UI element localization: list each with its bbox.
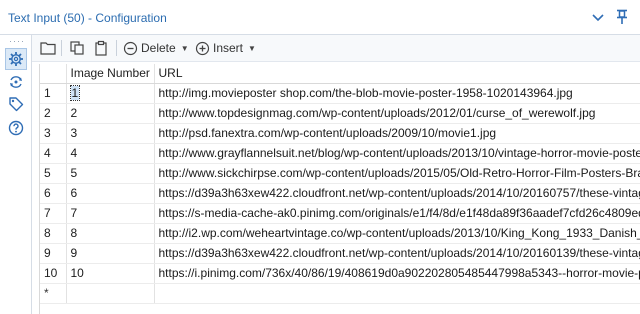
table-row[interactable]: 1 1 http://img.movieposter shop.com/the-bl… bbox=[40, 83, 640, 104]
cell-image-number[interactable]: 5 bbox=[66, 163, 155, 184]
delete-button[interactable]: Delete ▼ bbox=[123, 39, 189, 57]
cell-url[interactable]: http://www.sickchirpse.com/wp-content/up… bbox=[154, 163, 640, 184]
row-header-corner bbox=[40, 64, 67, 84]
grid-header-row: Image Number URL bbox=[40, 64, 640, 84]
cell-image-number[interactable]: 3 bbox=[66, 123, 155, 144]
config-sidebar: ···· bbox=[0, 35, 32, 314]
delete-label: Delete bbox=[141, 41, 176, 55]
cell-image-number[interactable]: 9 bbox=[66, 243, 155, 264]
row-number[interactable]: 9 bbox=[40, 243, 67, 264]
paste-button[interactable] bbox=[93, 39, 109, 57]
cell-url[interactable]: http://www.topdesignmag.com/wp-content/u… bbox=[154, 103, 640, 124]
copy-icon bbox=[70, 41, 84, 55]
cell-url[interactable]: https://d39a3h63xew422.cloudfront.net/wp… bbox=[154, 183, 640, 204]
row-number[interactable]: 5 bbox=[40, 163, 67, 184]
paste-icon bbox=[95, 40, 107, 56]
table-row[interactable]: 7 7 https://s-media-cache-ak0.pinimg.com/o… bbox=[40, 203, 640, 224]
row-number[interactable]: 10 bbox=[40, 263, 67, 284]
cell-image-number[interactable]: 6 bbox=[66, 183, 155, 204]
row-number[interactable]: 6 bbox=[40, 183, 67, 204]
table-row[interactable]: 3 3 http://psd.fanextra.com/wp-content/upl… bbox=[40, 123, 640, 144]
cell-url[interactable]: https://i.pinimg.com/736x/40/86/19/40861… bbox=[154, 263, 640, 284]
minus-circle-icon bbox=[123, 41, 138, 55]
grip-handle[interactable]: ···· bbox=[9, 36, 25, 46]
table-row[interactable]: 6 6 https://d39a3h63xew422.cloudfront.net/… bbox=[40, 183, 640, 204]
column-header-image-number[interactable]: Image Number bbox=[66, 64, 155, 84]
cell-url[interactable]: https://s-media-cache-ak0.pinimg.com/ori… bbox=[154, 203, 640, 224]
copy-button[interactable] bbox=[69, 39, 85, 57]
cell-image-number[interactable]: 10 bbox=[66, 263, 155, 284]
row-number[interactable]: 4 bbox=[40, 143, 67, 164]
toolbar-divider bbox=[116, 40, 117, 56]
cell-image-number[interactable]: 8 bbox=[66, 223, 155, 244]
selected-cell-value: 1 bbox=[69, 85, 81, 101]
cell-url[interactable]: http://i2.wp.com/weheartvintage.co/wp-co… bbox=[154, 223, 640, 244]
caret-down-icon: ▼ bbox=[180, 43, 189, 53]
window-titlebar: Text Input (50) - Configuration bbox=[0, 0, 640, 35]
tag-icon bbox=[9, 97, 24, 112]
cell-url[interactable]: http://img.movieposter shop.com/the-blob… bbox=[154, 83, 640, 104]
row-number[interactable]: 8 bbox=[40, 223, 67, 244]
new-row-marker: * bbox=[40, 283, 67, 304]
toolbar-divider bbox=[61, 40, 62, 56]
data-grid[interactable]: Image Number URL 1 1 http://img.movieposte… bbox=[39, 64, 640, 314]
sidebar-item-connections[interactable] bbox=[5, 71, 27, 93]
row-number[interactable]: 2 bbox=[40, 103, 67, 124]
row-number[interactable]: 1 bbox=[40, 83, 67, 104]
gear-icon bbox=[9, 52, 23, 66]
cell-url[interactable]: https://d39a3h63xew422.cloudfront.net/wp… bbox=[154, 243, 640, 264]
row-number[interactable]: 7 bbox=[40, 203, 67, 224]
help-icon bbox=[8, 120, 24, 136]
sidebar-item-help[interactable] bbox=[5, 117, 27, 139]
row-number[interactable]: 3 bbox=[40, 123, 67, 144]
grid-toolbar: Delete ▼ Insert ▼ bbox=[32, 35, 640, 62]
insert-label: Insert bbox=[213, 41, 244, 55]
cell-image-number[interactable]: 2 bbox=[66, 103, 155, 124]
column-header-url[interactable]: URL bbox=[154, 64, 640, 84]
cell-url[interactable]: http://www.grayflannelsuit.net/blog/wp-c… bbox=[154, 143, 640, 164]
sidebar-item-annotation[interactable] bbox=[5, 93, 27, 115]
cell-image-number[interactable]: 4 bbox=[66, 143, 155, 164]
plus-circle-icon bbox=[195, 41, 210, 55]
cell-image-number[interactable]: 1 bbox=[66, 83, 155, 104]
window-title: Text Input (50) - Configuration bbox=[8, 11, 167, 25]
new-button[interactable] bbox=[40, 39, 56, 57]
connection-icon bbox=[10, 76, 22, 88]
grid-body: 1 1 http://img.movieposter shop.com/the-bl… bbox=[40, 83, 640, 304]
sidebar-item-configuration[interactable] bbox=[5, 48, 27, 70]
table-row[interactable]: 4 4 http://www.grayflannelsuit.net/blog/wp… bbox=[40, 143, 640, 164]
new-row[interactable]: * bbox=[40, 283, 640, 304]
cell-url[interactable]: http://psd.fanextra.com/wp-content/uploa… bbox=[154, 123, 640, 144]
new-row-cell[interactable] bbox=[66, 283, 155, 304]
caret-down-icon: ▼ bbox=[248, 43, 256, 53]
cell-image-number[interactable]: 7 bbox=[66, 203, 155, 224]
table-row[interactable]: 9 9 https://d39a3h63xew422.cloudfront.net/… bbox=[40, 243, 640, 264]
grid-table: Image Number URL 1 1 http://img.movieposte… bbox=[40, 64, 640, 304]
new-row-cell[interactable] bbox=[154, 283, 640, 304]
table-row[interactable]: 2 2 http://www.topdesignmag.com/wp-content… bbox=[40, 103, 640, 124]
table-row[interactable]: 5 5 http://www.sickchirpse.com/wp-content/… bbox=[40, 163, 640, 184]
insert-button[interactable]: Insert ▼ bbox=[195, 39, 256, 57]
chevron-down-icon[interactable] bbox=[590, 10, 606, 26]
table-row[interactable]: 10 10 https://i.pinimg.com/736x/40/86/19/4… bbox=[40, 263, 640, 284]
folder-icon bbox=[40, 42, 56, 55]
table-row[interactable]: 8 8 http://i2.wp.com/weheartvintage.co/wp-… bbox=[40, 223, 640, 244]
pin-icon[interactable] bbox=[613, 8, 631, 26]
